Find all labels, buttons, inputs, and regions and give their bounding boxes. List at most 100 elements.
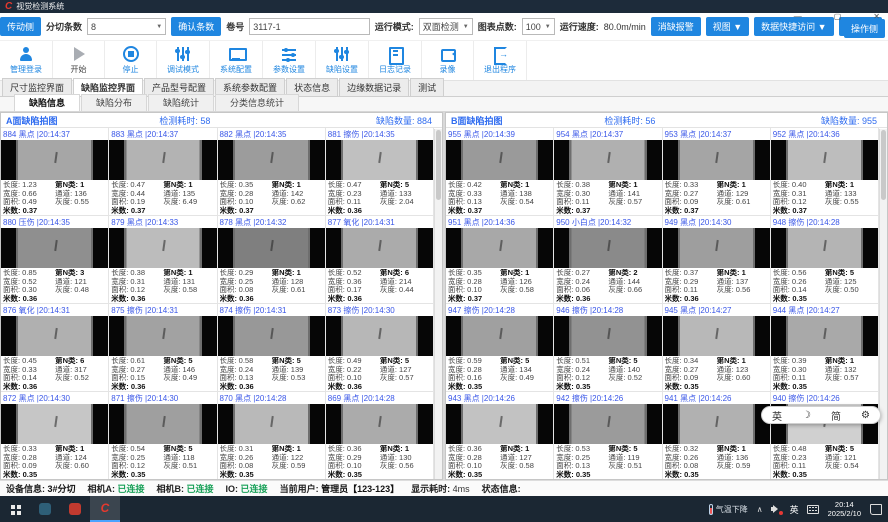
defect-card[interactable]: 882 黑点 |20:14:35长度: 0.35宽度: 0.28面积: 0.10… [218,128,326,216]
drive-side-button[interactable]: 传动侧 [0,17,41,36]
defect-card[interactable]: 878 黑点 |20:14:32长度: 0.29宽度: 0.25面积: 0.08… [218,216,326,304]
ime-item-4[interactable]: ⚙ [861,410,870,421]
defect-card[interactable]: 943 黑点 |20:14:26长度: 0.36宽度: 0.28面积: 0.10… [446,392,554,480]
action-monitor[interactable]: 系统配置 [210,41,263,80]
defect-card[interactable]: 954 黑点 |20:14:37长度: 0.38宽度: 0.30面积: 0.11… [554,128,662,216]
action-stop[interactable]: 停止 [105,41,157,80]
action-exit-door[interactable]: 退出程序 [474,41,527,80]
defect-details: 长度: 0.59宽度: 0.28面积: 0.16米数: 0.35第N类: 5通道… [446,356,553,391]
defect-card-header: 884 黑点 |20:14:37 [1,128,108,140]
operator-side-button[interactable]: 操作侧 [844,19,885,38]
clear-alarm-button[interactable]: 消缺报警 [651,17,701,36]
defect-card[interactable]: 871 擦伤 |20:14:30长度: 0.54宽度: 0.25面积: 0.12… [109,392,217,480]
chart-points-select[interactable]: 100▼ [522,18,555,35]
defect-card[interactable]: 941 黑点 |20:14:26长度: 0.32宽度: 0.26面积: 0.08… [663,392,771,480]
action-record-camera[interactable]: 录像 [422,41,474,80]
defect-card[interactable]: 946 擦伤 |20:14:28长度: 0.51宽度: 0.24面积: 0.12… [554,304,662,392]
minimize-button[interactable]: — [794,13,802,21]
defect-gray: 灰度: 0.57 [380,374,431,383]
confirm-count-button[interactable]: 确认条数 [171,17,221,36]
view-menu-button[interactable]: 视图 ▼ [706,17,749,36]
language-indicator[interactable]: 英 [790,503,799,516]
defect-card[interactable]: 942 擦伤 |20:14:26长度: 0.53宽度: 0.25面积: 0.13… [554,392,662,480]
run-mode-select[interactable]: 双面检测▼ [419,18,473,35]
defect-card[interactable]: 952 黑点 |20:14:36长度: 0.40宽度: 0.31面积: 0.12… [771,128,879,216]
action-params-sliders[interactable]: 参数设置 [263,41,316,80]
tab-6[interactable]: 边缘数据记录 [339,78,409,96]
defect-details: 长度: 0.47宽度: 0.44面积: 0.19米数: 0.37第N类: 1通道… [109,180,216,215]
tab-7[interactable]: 测试 [410,78,444,96]
defect-card[interactable]: 881 擦伤 |20:14:35长度: 0.47宽度: 0.23面积: 0.11… [326,128,434,216]
subtab-1[interactable]: 缺陷信息 [14,94,80,111]
notification-center-icon[interactable] [870,504,882,515]
slit-count-select[interactable]: 8▼ [87,18,166,35]
defect-thumb-image [554,316,661,356]
panel-scrollbar[interactable] [879,129,887,479]
subtab-2[interactable]: 缺陷分布 [81,94,147,111]
ime-item-3[interactable]: 简 [831,408,841,423]
defect-card[interactable]: 945 黑点 |20:14:27长度: 0.34宽度: 0.27面积: 0.09… [663,304,771,392]
action-play[interactable]: 开始 [53,41,105,80]
taskbar-app-1[interactable] [30,496,60,522]
defect-card[interactable]: 880 压伤 |20:14:35长度: 0.85宽度: 0.52面积: 0.30… [1,216,109,304]
volume-icon[interactable] [771,504,782,514]
defect-card-header: 873 擦伤 |20:14:30 [326,304,433,316]
defect-class-info: 第N类: 2通道: 144灰度: 0.66 [608,269,659,303]
defect-card[interactable]: 948 擦伤 |20:14:28长度: 0.56宽度: 0.26面积: 0.14… [771,216,879,304]
params-sliders-icon [281,46,297,62]
defect-card[interactable]: 877 氧化 |20:14:31长度: 0.52宽度: 0.36面积: 0.17… [326,216,434,304]
defect-card[interactable]: 870 黑点 |20:14:28长度: 0.31宽度: 0.26面积: 0.08… [218,392,326,480]
weather-widget[interactable]: 气温下降 [709,504,748,515]
start-button[interactable] [0,496,30,522]
subtab-3[interactable]: 缺陷统计 [148,94,214,111]
defect-card-header: 871 擦伤 |20:14:30 [109,392,216,404]
defect-mark [270,152,274,163]
defect-details: 长度: 1.23宽度: 0.66面积: 0.49米数: 0.37第N类: 1通道… [1,180,108,215]
taskbar-app-2[interactable] [60,496,90,522]
action-user[interactable]: 管理登录 [0,41,53,80]
scrollbar-thumb[interactable] [436,130,441,200]
scrollbar-thumb[interactable] [881,130,886,200]
action-defect-sliders[interactable]: 缺陷设置 [316,41,369,80]
defect-mark [54,152,58,163]
action-log-book[interactable]: 日志记录 [369,41,422,80]
action-label: 录像 [440,64,456,75]
defect-card[interactable]: 950 小白点 |20:14:32长度: 0.27宽度: 0.24面积: 0.0… [554,216,662,304]
defect-card[interactable]: 951 黑点 |20:14:36长度: 0.35宽度: 0.28面积: 0.10… [446,216,554,304]
defect-card[interactable]: 876 氧化 |20:14:31长度: 0.45宽度: 0.33面积: 0.14… [1,304,109,392]
defect-card[interactable]: 879 黑点 |20:14:33长度: 0.38宽度: 0.31面积: 0.12… [109,216,217,304]
roll-number-input[interactable]: 3117-1 [249,18,369,35]
defect-thumb-image [771,228,878,268]
taskbar-clock[interactable]: 20:14 2025/2/10 [828,500,861,518]
defect-card[interactable]: 944 黑点 |20:14:27长度: 0.39宽度: 0.30面积: 0.11… [771,304,879,392]
maximize-button[interactable]: ▢ [834,13,842,21]
panel-scrollbar[interactable] [434,129,442,479]
defect-gray: 灰度: 0.60 [55,462,106,471]
defect-card[interactable]: 874 擦伤 |20:14:31长度: 0.58宽度: 0.24面积: 0.13… [218,304,326,392]
defect-thumb-image [771,140,878,180]
defect-card[interactable]: 872 黑点 |20:14:30长度: 0.33宽度: 0.28面积: 0.09… [1,392,109,480]
ime-item-1[interactable]: 英 [772,408,782,423]
defect-mark [379,416,383,427]
defect-card[interactable]: 875 擦伤 |20:14:31长度: 0.61宽度: 0.27面积: 0.15… [109,304,217,392]
defect-card[interactable]: 873 擦伤 |20:14:30长度: 0.49宽度: 0.22面积: 0.10… [326,304,434,392]
defect-card[interactable]: 883 黑点 |20:14:37长度: 0.47宽度: 0.44面积: 0.19… [109,128,217,216]
taskbar-app-active[interactable]: C [90,496,120,522]
app-icon [69,503,81,515]
defect-card[interactable]: 947 擦伤 |20:14:28长度: 0.59宽度: 0.28面积: 0.16… [446,304,554,392]
subtab-4[interactable]: 分类信息统计 [215,94,299,111]
defect-grid: 955 黑点 |20:14:39长度: 0.42宽度: 0.33面积: 0.13… [446,128,879,480]
keyboard-icon[interactable] [807,505,819,514]
status-item-2: 相机A: 已连接 [88,482,145,495]
defect-card[interactable]: 949 黑点 |20:14:30长度: 0.37宽度: 0.29面积: 0.11… [663,216,771,304]
defect-meter: 米数: 0.36 [111,295,162,304]
tray-expand-icon[interactable]: ∧ [757,505,763,514]
ime-item-2[interactable]: ☽ [802,410,811,421]
action-debug-sliders[interactable]: 调试模式 [157,41,210,80]
defect-measures: 长度: 0.61宽度: 0.27面积: 0.15米数: 0.36 [111,357,162,391]
defect-thumb-image [1,140,108,180]
defect-card[interactable]: 884 黑点 |20:14:37 长度: 1.23宽度: 0.66面积: 0.49… [1,128,109,216]
defect-card[interactable]: 953 黑点 |20:14:37长度: 0.33宽度: 0.27面积: 0.09… [663,128,771,216]
defect-card[interactable]: 869 黑点 |20:14:28长度: 0.36宽度: 0.29面积: 0.10… [326,392,434,480]
defect-card[interactable]: 955 黑点 |20:14:39长度: 0.42宽度: 0.33面积: 0.13… [446,128,554,216]
